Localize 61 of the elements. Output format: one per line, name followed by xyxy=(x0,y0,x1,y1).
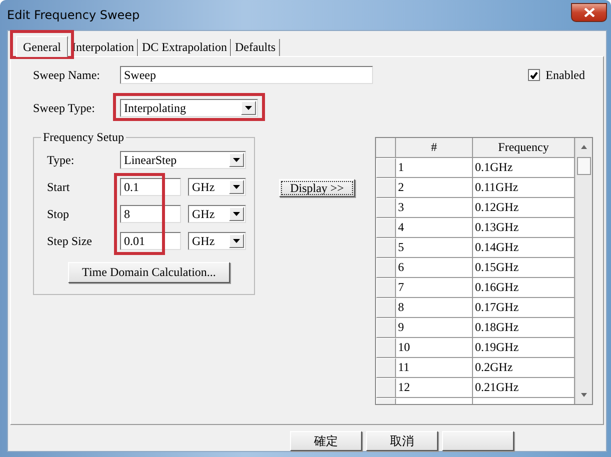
table-cell: 3 xyxy=(396,198,473,218)
tab[interactable]: Interpolation xyxy=(68,39,138,56)
row-header[interactable] xyxy=(376,278,396,298)
table-cell: 12 xyxy=(396,378,473,398)
row-header[interactable] xyxy=(376,258,396,278)
corner-header xyxy=(376,138,396,158)
table-cell: 7 xyxy=(396,278,473,298)
dropdown[interactable]: GHz xyxy=(188,205,246,223)
field-label: Step Size xyxy=(47,234,93,248)
sweep-name-field[interactable]: Sweep xyxy=(120,66,373,84)
row-header[interactable] xyxy=(376,358,396,378)
column-header: Frequency xyxy=(473,138,575,158)
tab[interactable]: Defaults xyxy=(230,39,280,56)
table-cell: 2 xyxy=(396,178,473,198)
row-header[interactable] xyxy=(376,318,396,338)
checkbox[interactable] xyxy=(528,69,540,81)
table-cell: 4 xyxy=(396,218,473,238)
dropdown[interactable]: GHz xyxy=(188,232,246,250)
field-label: Start xyxy=(47,180,71,194)
dropdown[interactable]: LinearStep xyxy=(120,151,246,169)
tab[interactable]: General xyxy=(16,36,68,57)
close-icon xyxy=(584,8,594,16)
row-header[interactable] xyxy=(376,238,396,258)
field-label: Type: xyxy=(47,152,76,168)
scroll-thumb[interactable] xyxy=(577,157,591,175)
dropdown[interactable]: GHz xyxy=(188,178,246,196)
column-header: # xyxy=(396,138,473,158)
row-header[interactable] xyxy=(376,338,396,358)
table-cell: 11 xyxy=(396,358,473,378)
time-domain-button[interactable]: Time Domain Calculation... xyxy=(68,262,230,283)
field-label: Stop xyxy=(47,206,70,222)
close-button[interactable] xyxy=(571,2,607,22)
table-cell: 5 xyxy=(396,238,473,258)
row-header[interactable] xyxy=(376,158,396,178)
checkbox-label: Enabled xyxy=(546,68,585,82)
dropdown[interactable]: Interpolating xyxy=(120,99,258,117)
group-title: Frequency Setup xyxy=(41,130,126,145)
row-header[interactable] xyxy=(376,378,396,398)
row-header[interactable] xyxy=(376,198,396,218)
value-field[interactable]: 0.01 xyxy=(120,232,181,250)
table-cell: 10 xyxy=(396,338,473,358)
scroll-up-icon[interactable] xyxy=(581,145,587,149)
scrollbar[interactable] xyxy=(575,138,592,404)
row-header[interactable] xyxy=(376,178,396,198)
value-field[interactable]: 8 xyxy=(120,205,181,223)
table-cell: 9 xyxy=(396,318,473,338)
dialog-button[interactable]: 確定 xyxy=(290,431,362,451)
table-cell: 8 xyxy=(396,298,473,318)
table-cell: 6 xyxy=(396,258,473,278)
row-header[interactable] xyxy=(376,218,396,238)
table-cell: 1 xyxy=(396,158,473,178)
display-button[interactable]: Display >> xyxy=(279,179,355,197)
scroll-down-icon[interactable] xyxy=(581,393,587,397)
tab[interactable]: DC Extrapolation xyxy=(138,39,231,56)
value-field[interactable]: 0.1 xyxy=(120,178,181,196)
dialog-button[interactable]: 取消 xyxy=(366,431,438,451)
field-label: Sweep Name: xyxy=(33,68,101,82)
dialog-button[interactable] xyxy=(442,431,514,451)
field-label: Sweep Type: xyxy=(33,100,96,116)
window-title: Edit Frequency Sweep xyxy=(7,8,140,22)
row-header[interactable] xyxy=(376,298,396,318)
